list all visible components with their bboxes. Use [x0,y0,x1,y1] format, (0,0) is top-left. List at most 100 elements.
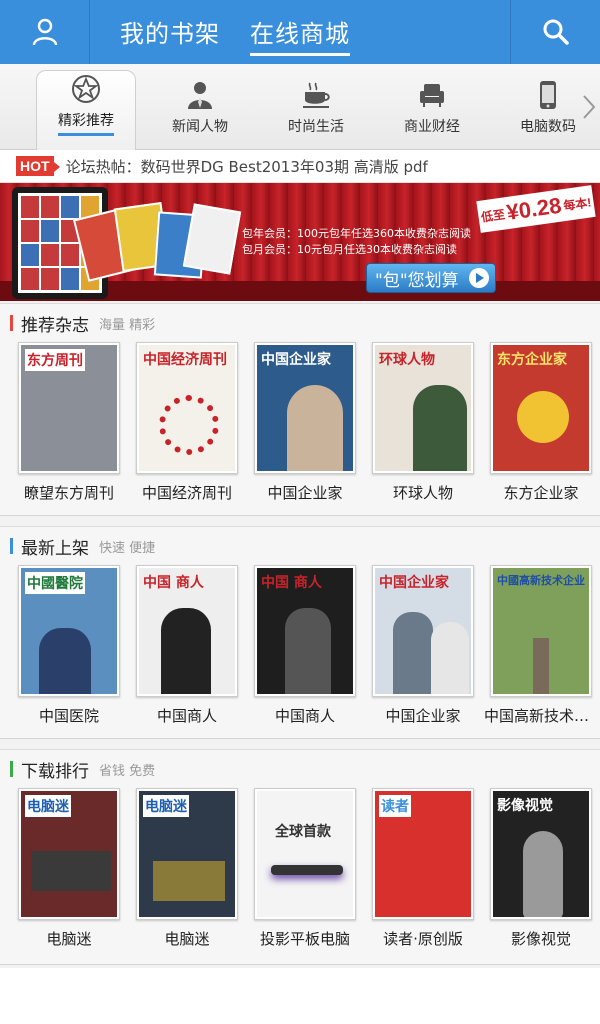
category-bar: 精彩推荐 新闻人物 时尚生活 商业财经 电脑数码 [0,64,600,150]
category-featured[interactable]: 精彩推荐 [36,70,136,150]
book-cover[interactable]: 电脑迷 [18,788,120,920]
book-title: 东方企业家 [503,484,579,502]
chevron-right-icon[interactable] [582,94,596,120]
section-title: 推荐杂志 [21,315,89,336]
banner-cta-button[interactable]: "包"您划算 [366,263,496,293]
book-item[interactable]: 全球首款 投影平板电脑 [246,788,364,949]
phone-icon [540,81,556,109]
user-profile-button[interactable] [0,0,90,64]
banner-yearly-plan: 包年会员：100元包年任选360本收费杂志阅读 [242,227,471,240]
section-subtitle: 省钱 免费 [99,763,156,779]
cover-masthead: 读者 [379,795,411,817]
cover-masthead: 电脑迷 [25,795,71,817]
cover-masthead: 全球首款 [275,824,331,840]
book-item[interactable]: 电脑迷 电脑迷 [10,788,128,949]
cover-masthead: 中国 商人 [261,575,322,591]
book-item[interactable]: 东方企业家 东方企业家 [482,342,600,503]
book-list: 电脑迷 电脑迷 电脑迷 电脑迷 全球首款 投影平板电脑 读者 读者·原创版 影像… [0,788,600,960]
book-cover[interactable]: 环球人物 [372,342,474,474]
book-cover[interactable]: 东方企业家 [490,342,592,474]
book-item[interactable]: 中國醫院 中国医院 [10,565,128,726]
book-title: 瞭望东方周刊 [23,484,114,502]
book-title: 电脑迷 [164,930,210,948]
book-item[interactable]: 东方周刊 瞭望东方周刊 [10,342,128,503]
book-item[interactable]: 中国 商人 中国商人 [246,565,364,726]
book-cover[interactable]: 中國高新技术企业 [490,565,592,697]
book-cover[interactable]: 全球首款 [254,788,356,920]
price-prefix: 低至 [480,206,506,225]
category-fashion-life[interactable]: 时尚生活 [266,64,366,150]
user-icon [32,18,57,46]
book-item[interactable]: 中国经济周刊 中国经济周刊 [128,342,246,503]
banner-monthly-plan: 包月会员：10元包月任选30本收费杂志阅读 [242,243,457,256]
book-item[interactable]: 中国 商人 中国商人 [128,565,246,726]
book-item[interactable]: 环球人物 环球人物 [364,342,482,503]
book-list: 东方周刊 瞭望东方周刊 中国经济周刊 中国经济周刊 中国企业家 中国企业家 环球… [0,342,600,514]
book-item[interactable]: 中国企业家 中国企业家 [246,342,364,503]
book-cover[interactable]: 读者 [372,788,474,920]
person-icon [188,82,212,109]
tab-my-bookshelf[interactable]: 我的书架 [120,14,220,49]
category-label: 新闻人物 [172,119,228,135]
armchair-icon [420,84,444,107]
category-label: 电脑数码 [520,119,576,135]
section-header: 下载排行 省钱 免费 [0,750,600,788]
hot-post-ticker[interactable]: HOT 论坛热帖：数码世界DG Best2013年03期 高清版 pdf [0,150,600,183]
section-header: 最新上架 快速 便捷 [0,527,600,565]
section-accent-bar [10,315,13,331]
category-label: 商业财经 [404,119,460,135]
book-cover[interactable]: 影像视觉 [490,788,592,920]
book-cover[interactable]: 中國醫院 [18,565,120,697]
book-item[interactable]: 中國高新技术企业 中国高新技术企业 [482,565,600,726]
section-accent-bar [10,538,13,554]
category-label: 精彩推荐 [58,110,114,136]
book-title: 中国企业家 [385,707,461,725]
cover-masthead: 中国企业家 [379,575,449,591]
cover-masthead: 中国 商人 [143,575,204,591]
banner-cta-label: "包"您划算 [375,270,459,291]
tab-online-store[interactable]: 在线商城 [250,14,350,56]
book-cover[interactable]: 中国 商人 [136,565,238,697]
book-cover[interactable]: 东方周刊 [18,342,120,474]
book-cover[interactable]: 电脑迷 [136,788,238,920]
price-value: ¥0.28 [504,192,563,225]
book-list: 中國醫院 中国医院 中国 商人 中国商人 中国 商人 中国商人 中国企业家 中国… [0,565,600,737]
price-suffix: 每本! [562,194,593,213]
section-header: 推荐杂志 海量 精彩 [0,304,600,342]
search-icon [543,19,569,45]
cover-masthead: 东方企业家 [497,352,567,368]
cover-masthead: 环球人物 [379,352,435,368]
category-label: 时尚生活 [288,119,344,135]
book-cover[interactable]: 中国企业家 [372,565,474,697]
book-title: 中国企业家 [267,484,343,502]
cover-masthead: 中國高新技术企业 [497,574,585,587]
section-title: 最新上架 [21,538,89,559]
book-item[interactable]: 影像视觉 影像视觉 [482,788,600,949]
category-news-people[interactable]: 新闻人物 [150,64,250,150]
book-cover[interactable]: 中国 商人 [254,565,356,697]
section-subtitle: 海量 精彩 [99,317,156,333]
cover-masthead: 东方周刊 [25,349,85,371]
section-accent-bar [10,761,13,777]
page-bottom-area [0,968,600,1024]
book-item[interactable]: 读者 读者·原创版 [364,788,482,949]
section-new-arrivals: 最新上架 快速 便捷 中國醫院 中国医院 中国 商人 中国商人 中国 商人 中国… [0,526,600,739]
book-item[interactable]: 电脑迷 电脑迷 [128,788,246,949]
section-download-ranking: 下载排行 省钱 免费 电脑迷 电脑迷 电脑迷 电脑迷 全球首款 投影平板电脑 读… [0,749,600,965]
book-title: 中国高新技术企业 [484,707,600,725]
book-title: 中国商人 [274,707,335,725]
book-cover[interactable]: 中国经济周刊 [136,342,238,474]
banner-price-tag: 低至 ¥0.28 每本! [476,185,596,233]
promo-banner[interactable]: 包年会员：100元包年任选360本收费杂志阅读 包月会员：10元包月任选30本收… [0,183,600,301]
book-title: 投影平板电脑 [259,930,350,948]
cover-masthead: 中國醫院 [25,572,85,594]
cover-masthead: 中国企业家 [261,352,331,368]
book-title: 中国经济周刊 [141,484,232,502]
category-business-finance[interactable]: 商业财经 [382,64,482,150]
book-item[interactable]: 中国企业家 中国企业家 [364,565,482,726]
section-title: 下载排行 [21,761,89,782]
hot-post-text[interactable]: 论坛热帖：数码世界DG Best2013年03期 高清版 pdf [66,156,428,177]
book-cover[interactable]: 中国企业家 [254,342,356,474]
coffee-cup-icon [303,82,330,108]
search-button[interactable] [510,0,600,64]
